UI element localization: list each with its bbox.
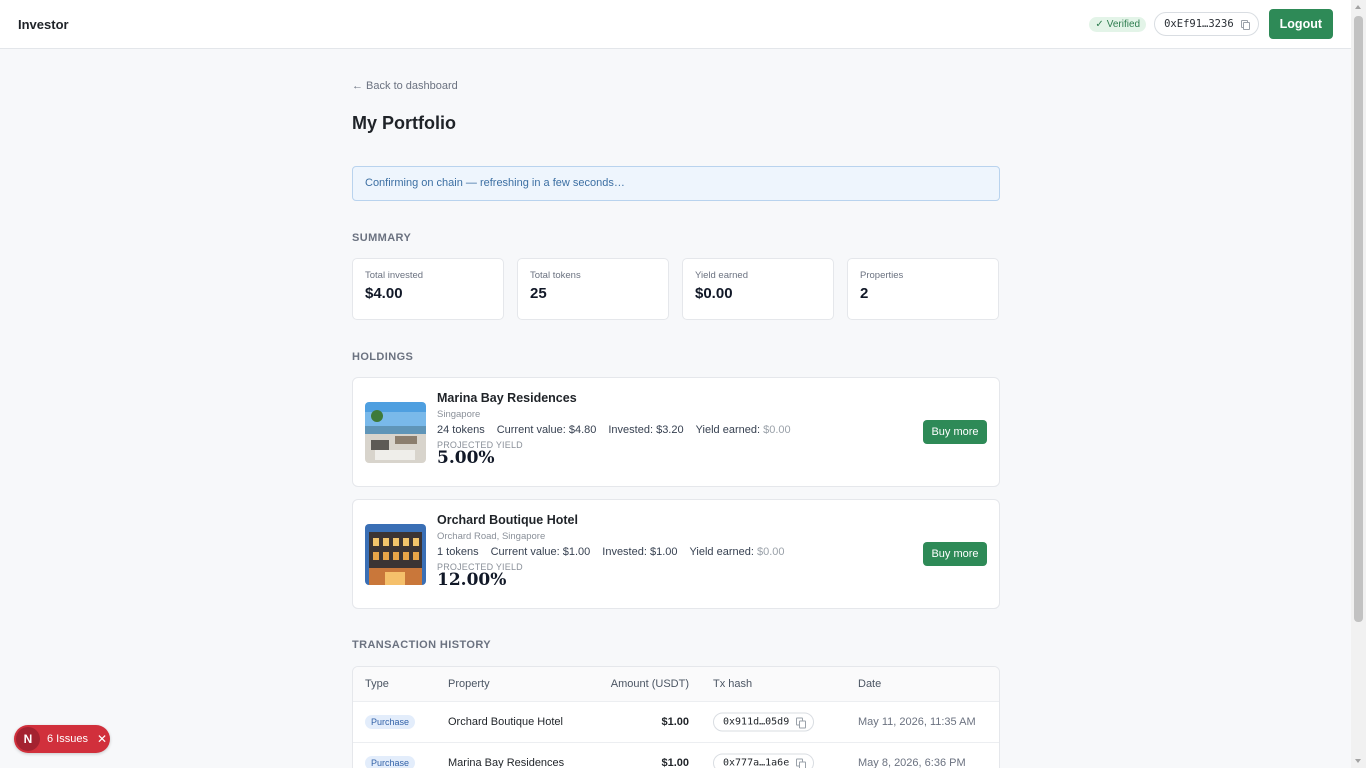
holding-stats: 1 tokens Current value: $1.00 Invested: … bbox=[437, 546, 785, 558]
verified-badge: ✓ Verified bbox=[1089, 16, 1147, 32]
projected-yield-value: 5.00% bbox=[437, 448, 495, 468]
property-name: Marina Bay Residences bbox=[437, 391, 577, 405]
col-header-hash: Tx hash bbox=[713, 678, 753, 690]
stat-card-total-tokens: Total tokens 25 bbox=[517, 258, 669, 320]
type-badge: Purchase bbox=[365, 756, 416, 768]
check-icon: ✓ bbox=[1095, 18, 1104, 30]
projected-yield-value: 12.00% bbox=[437, 570, 507, 590]
date-cell: May 11, 2026, 11:35 AM bbox=[858, 716, 976, 728]
hash-cell: 0x911d…05d9 bbox=[713, 712, 815, 732]
date-cell: May 8, 2026, 6:36 PM bbox=[858, 757, 966, 768]
holding-info: Marina Bay Residences Singapore 24 token… bbox=[437, 391, 791, 467]
invested-amount: Invested: $3.20 bbox=[608, 424, 684, 436]
invested-amount: Invested: $1.00 bbox=[602, 546, 678, 558]
stat-label: Total invested bbox=[365, 270, 424, 281]
wallet-address: 0xEf91…3236 bbox=[1164, 18, 1234, 30]
scrollbar-thumb[interactable] bbox=[1354, 16, 1363, 622]
type-cell: Purchase bbox=[365, 756, 416, 768]
wallet-address-pill[interactable]: 0xEf91…3236 bbox=[1154, 12, 1259, 36]
issues-count: 6 Issues bbox=[47, 733, 88, 745]
orchard-hotel-photo bbox=[365, 524, 426, 585]
token-count: 1 tokens bbox=[437, 546, 479, 558]
stat-value: $4.00 bbox=[365, 285, 403, 302]
stat-label: Yield earned bbox=[695, 270, 748, 281]
dev-issues-indicator[interactable]: N 6 Issues ✕ bbox=[14, 725, 110, 753]
stat-value: 2 bbox=[860, 285, 869, 302]
current-value: Current value: $1.00 bbox=[490, 546, 591, 558]
page-title: My Portfolio bbox=[352, 113, 456, 133]
brand-title: Investor bbox=[18, 16, 69, 32]
verified-label: Verified bbox=[1106, 18, 1141, 30]
col-header-property: Property bbox=[448, 678, 490, 690]
transaction-history-section-label: TRANSACTION HISTORY bbox=[352, 639, 491, 651]
holding-card-marina-bay: Marina Bay Residences Singapore 24 token… bbox=[352, 377, 1000, 487]
type-cell: Purchase bbox=[365, 715, 416, 729]
holdings-section-label: HOLDINGS bbox=[352, 351, 414, 363]
col-header-type: Type bbox=[365, 678, 389, 690]
logout-button[interactable]: Logout bbox=[1268, 9, 1333, 39]
close-icon[interactable]: ✕ bbox=[97, 732, 107, 746]
yield-earned-label: Yield earned: bbox=[695, 424, 761, 436]
yield-earned: Yield earned: $0.00 bbox=[690, 546, 785, 558]
buy-more-button[interactable]: Buy more bbox=[923, 420, 987, 444]
stat-value: 25 bbox=[530, 285, 547, 302]
nextjs-logo-icon: N bbox=[16, 727, 40, 751]
topbar-actions: ✓ Verified 0xEf91…3236 Logout bbox=[1089, 9, 1333, 39]
yield-earned-label: Yield earned: bbox=[689, 546, 754, 558]
amount-cell: $1.00 bbox=[661, 716, 689, 728]
tx-hash: 0x777a…1a6e bbox=[723, 757, 790, 768]
stat-label: Properties bbox=[860, 270, 904, 281]
stat-label: Total tokens bbox=[530, 270, 581, 281]
table-row: Purchase Marina Bay Residences $1.00 0x7… bbox=[353, 743, 999, 768]
copy-icon[interactable] bbox=[796, 717, 806, 728]
yield-earned: Yield earned: $0.00 bbox=[696, 424, 791, 436]
stat-card-yield-earned: Yield earned $0.00 bbox=[682, 258, 834, 320]
property-cell: Orchard Boutique Hotel bbox=[448, 716, 563, 728]
transaction-table: Type Property Amount (USDT) Tx hash Date… bbox=[352, 666, 1000, 768]
marina-bay-photo bbox=[365, 402, 426, 463]
table-header: Type Property Amount (USDT) Tx hash Date bbox=[353, 667, 999, 702]
amount-cell: $1.00 bbox=[661, 757, 689, 768]
holding-card-orchard-boutique: Orchard Boutique Hotel Orchard Road, Sin… bbox=[352, 499, 1000, 609]
table-row: Purchase Orchard Boutique Hotel $1.00 0x… bbox=[353, 702, 999, 743]
copy-icon[interactable] bbox=[1240, 19, 1251, 30]
scroll-up-arrow-icon[interactable] bbox=[1355, 5, 1361, 9]
tx-hash-pill[interactable]: 0x911d…05d9 bbox=[713, 712, 815, 732]
stat-card-total-invested: Total invested $4.00 bbox=[352, 258, 504, 320]
stat-value: $0.00 bbox=[695, 285, 733, 302]
property-location: Singapore bbox=[437, 409, 481, 420]
yield-earned-value: $0.00 bbox=[763, 424, 791, 436]
property-cell: Marina Bay Residences bbox=[448, 757, 565, 768]
yield-earned-value: $0.00 bbox=[756, 546, 785, 558]
property-thumbnail bbox=[365, 524, 426, 585]
summary-cards: Total invested $4.00 Total tokens 25 Yie… bbox=[352, 258, 1000, 320]
property-location: Orchard Road, Singapore bbox=[437, 531, 546, 542]
holding-stats: 24 tokens Current value: $4.80 Invested:… bbox=[437, 424, 791, 436]
chain-confirmation-notice: Confirming on chain — refreshing in a fe… bbox=[352, 166, 1000, 201]
property-name: Orchard Boutique Hotel bbox=[437, 513, 578, 527]
hash-cell: 0x777a…1a6e bbox=[713, 753, 815, 768]
top-navbar: Investor ✓ Verified 0xEf91…3236 Logout bbox=[0, 0, 1351, 49]
scroll-down-arrow-icon[interactable] bbox=[1355, 759, 1361, 763]
buy-more-button[interactable]: Buy more bbox=[923, 542, 987, 566]
tx-hash: 0x911d…05d9 bbox=[723, 716, 790, 728]
back-to-dashboard-link[interactable]: ← Back to dashboard bbox=[352, 80, 458, 92]
current-value: Current value: $4.80 bbox=[496, 424, 597, 436]
property-thumbnail bbox=[365, 402, 426, 463]
tx-hash-pill[interactable]: 0x777a…1a6e bbox=[713, 753, 815, 768]
type-badge: Purchase bbox=[365, 715, 416, 729]
col-header-amount: Amount (USDT) bbox=[610, 678, 689, 690]
token-count: 24 tokens bbox=[437, 424, 485, 436]
page-scrollbar[interactable] bbox=[1351, 0, 1366, 768]
holding-info: Orchard Boutique Hotel Orchard Road, Sin… bbox=[437, 513, 785, 589]
summary-section-label: SUMMARY bbox=[352, 232, 412, 244]
stat-card-properties: Properties 2 bbox=[847, 258, 999, 320]
copy-icon[interactable] bbox=[796, 758, 806, 768]
col-header-date: Date bbox=[858, 678, 882, 690]
